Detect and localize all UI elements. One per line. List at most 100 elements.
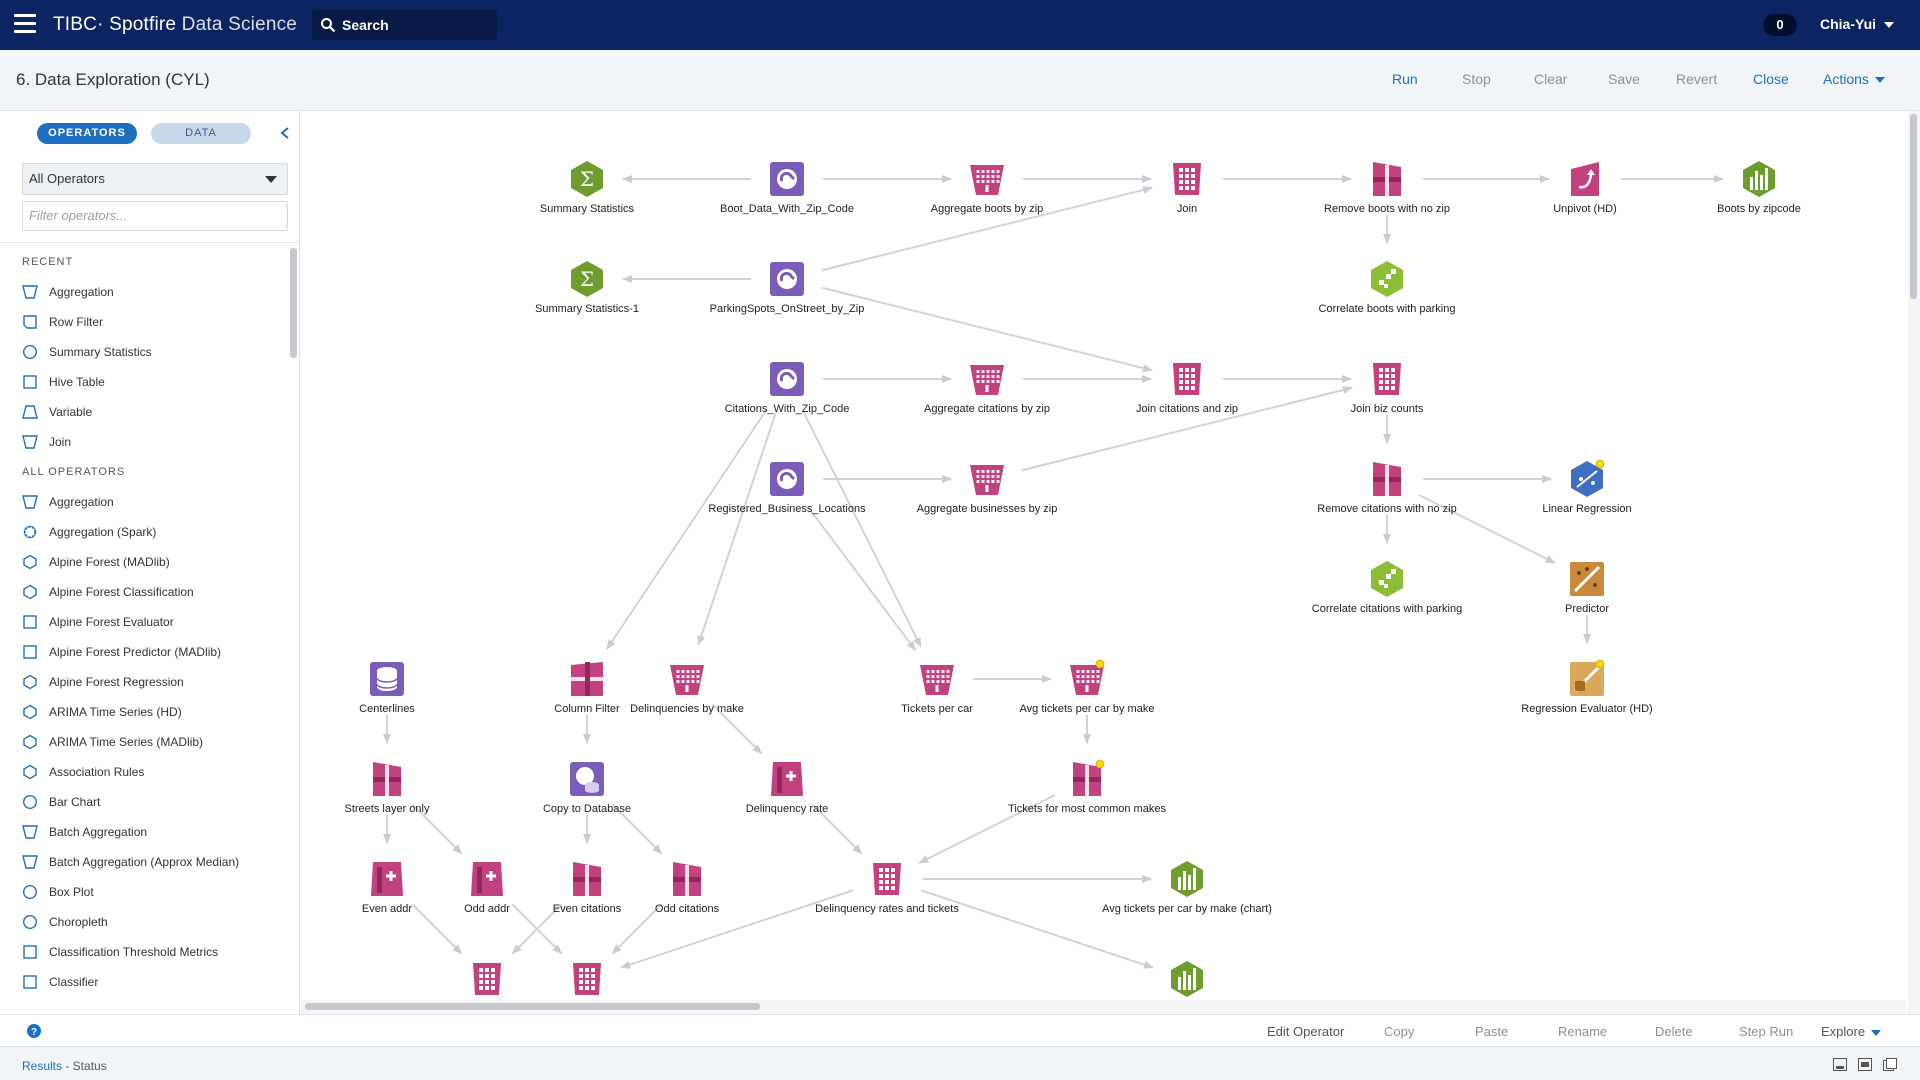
workflow-node-correlate-citations-with-parking[interactable]: Correlate citations with parking	[1277, 559, 1497, 615]
workflow-node-avg-tickets-per-car-by-make-chart[interactable]: Avg tickets per car by make (chart)	[1077, 859, 1297, 915]
workflow-node-avg-tickets-per-car-by-make[interactable]: Avg tickets per car by make	[977, 659, 1197, 715]
row-filter-icon	[1073, 759, 1105, 796]
workflow-node-regression-evaluator-hd[interactable]: Regression Evaluator (HD)	[1477, 659, 1697, 715]
workflow-node-remove-citations-with-no-zip[interactable]: Remove citations with no zip	[1277, 459, 1497, 515]
panel-restore-icon[interactable]	[1858, 1058, 1872, 1071]
workflow-node-tickets-for-most-common-makes[interactable]: Tickets for most common makes	[977, 759, 1197, 815]
svg-text:?: ?	[31, 1027, 37, 1038]
workflow-node-unlabeled-38[interactable]	[1077, 959, 1297, 1000]
step-run-button[interactable]: Step Run	[1739, 1024, 1793, 1039]
join-icon	[873, 863, 901, 895]
workflow-node-odd-citations[interactable]: Odd citations	[577, 859, 797, 915]
row-filter-icon	[1373, 162, 1401, 196]
sidebar-scrollbar[interactable]	[290, 248, 297, 358]
help-icon[interactable]: ?	[27, 1024, 41, 1038]
workflow-node-centerlines[interactable]: Centerlines	[301, 659, 497, 715]
aggregation-operator-icon	[22, 285, 38, 299]
panel-minimize-icon[interactable]	[1833, 1058, 1847, 1071]
delete-button[interactable]: Delete	[1655, 1024, 1693, 1039]
workflow-node-linear-regression[interactable]: Linear Regression	[1477, 459, 1697, 515]
workflow-node-summary-statistics-1[interactable]: Σ Summary Statistics-1	[477, 259, 697, 315]
operator-category-select[interactable]: All Operators	[22, 163, 288, 195]
collapse-sidebar-icon[interactable]	[280, 127, 290, 139]
workflow-node-streets-layer-only[interactable]: Streets layer only	[301, 759, 497, 815]
search-icon	[321, 18, 336, 33]
operator-category-value: All Operators	[29, 171, 105, 186]
node-label: Summary Statistics	[539, 203, 635, 215]
node-label: Registered_Business_Locations	[708, 503, 866, 515]
canvas-vertical-scrollbar[interactable]	[1908, 111, 1920, 1014]
workflow-node-predictor[interactable]: Predictor	[1477, 559, 1697, 615]
alpine-forest-evaluator-operator-icon	[23, 615, 37, 629]
operator-label: Aggregation (Spark)	[49, 525, 157, 539]
workflow-node-delinquency-rates-and-tickets[interactable]: Delinquency rates and tickets	[777, 859, 997, 915]
choropleth-operator-icon	[22, 914, 38, 930]
aggregation-icon	[970, 365, 1004, 395]
tab-operators[interactable]: OPERATORS	[37, 123, 137, 144]
workflow-node-boot-data-with-zip-code[interactable]: Boot_Data_With_Zip_Code	[677, 159, 897, 215]
operator-label: Row Filter	[49, 315, 104, 329]
node-label: Tickets for most common makes	[1008, 803, 1166, 815]
workflow-node-citations-with-zip-code[interactable]: Citations_With_Zip_Code	[677, 359, 897, 415]
workflow-node-parkingspots-onstreet-by-zip[interactable]: ParkingSpots_OnStreet_by_Zip	[677, 259, 897, 315]
operator-label: Box Plot	[49, 885, 94, 899]
workflow-node-aggregate-boots-by-zip[interactable]: Aggregate boots by zip	[877, 159, 1097, 215]
node-label: Linear Regression	[1542, 503, 1632, 515]
node-label: Streets layer only	[344, 803, 430, 815]
actions-menu[interactable]: Actions	[1823, 71, 1885, 87]
node-label: Aggregate boots by zip	[930, 203, 1044, 215]
brand-logo: TIBC· Spotfire Data Science	[53, 14, 297, 36]
operator-sidebar: OPERATORS DATA All Operators Filter oper…	[0, 111, 300, 1014]
workflow-node-delinquencies-by-make[interactable]: Delinquencies by make	[577, 659, 797, 715]
user-menu[interactable]: Chia-Yui	[1820, 16, 1895, 32]
revert-button[interactable]: Revert	[1676, 71, 1717, 87]
all-operators-section-header: ALL OPERATORS	[22, 466, 126, 478]
node-label: Avg tickets per car by make	[1019, 703, 1155, 715]
join-icon	[1173, 163, 1201, 195]
copy-button[interactable]: Copy	[1384, 1024, 1414, 1039]
explore-menu[interactable]: Explore	[1821, 1024, 1882, 1039]
node-label: Remove boots with no zip	[1324, 203, 1450, 215]
run-button[interactable]: Run	[1392, 71, 1418, 87]
paste-button[interactable]: Paste	[1475, 1024, 1508, 1039]
workflow-node-aggregate-businesses-by-zip[interactable]: Aggregate businesses by zip	[877, 459, 1097, 515]
workflow-canvas[interactable]: Σ Summary Statistics Boot_Data_With_Zip_Co…	[301, 111, 1906, 1000]
edit-operator-button[interactable]: Edit Operator	[1267, 1024, 1344, 1039]
results-link[interactable]: Results	[22, 1059, 62, 1073]
clear-button[interactable]: Clear	[1534, 71, 1567, 87]
canvas-horizontal-scroll-thumb[interactable]	[305, 1003, 760, 1010]
stop-button[interactable]: Stop	[1462, 71, 1491, 87]
panel-maximize-icon[interactable]	[1883, 1058, 1897, 1071]
operator-label: Alpine Forest Predictor (MADlib)	[49, 645, 222, 659]
menu-icon[interactable]	[14, 14, 36, 34]
workflow-node-unlabeled-37[interactable]	[477, 959, 697, 1000]
tab-data[interactable]: DATA	[151, 123, 251, 144]
workflow-node-remove-boots-with-no-zip[interactable]: Remove boots with no zip	[1277, 159, 1497, 215]
node-label: Summary Statistics-1	[535, 303, 639, 315]
notification-badge[interactable]: 0	[1763, 14, 1797, 36]
filter-operators-input[interactable]: Filter operators...	[22, 201, 288, 231]
canvas-vertical-scroll-thumb[interactable]	[1910, 114, 1917, 299]
workflow-node-join-citations-and-zip[interactable]: Join citations and zip	[1077, 359, 1297, 415]
workflow-node-boots-by-zipcode[interactable]: Boots by zipcode	[1649, 159, 1869, 215]
rename-button[interactable]: Rename	[1558, 1024, 1607, 1039]
workflow-node-join-biz-counts[interactable]: Join biz counts	[1277, 359, 1497, 415]
node-label: Correlate citations with parking	[1311, 603, 1463, 615]
brand-main: TIBC· Spotfire	[53, 14, 177, 35]
workflow-node-aggregate-citations-by-zip[interactable]: Aggregate citations by zip	[877, 359, 1097, 415]
workflow-node-registered-business-locations[interactable]: Registered_Business_Locations	[677, 459, 897, 515]
join-operator-icon	[22, 435, 38, 449]
workflow-node-delinquency-rate[interactable]: Delinquency rate	[677, 759, 897, 815]
global-search[interactable]: Search	[312, 10, 497, 40]
canvas-horizontal-scrollbar[interactable]	[301, 1000, 1906, 1014]
workflow-node-join[interactable]: Join	[1077, 159, 1297, 215]
node-label: Avg tickets per car by make (chart)	[1102, 903, 1272, 915]
close-button[interactable]: Close	[1753, 71, 1789, 87]
save-button[interactable]: Save	[1608, 71, 1640, 87]
workflow-node-summary-statistics[interactable]: Σ Summary Statistics	[477, 159, 697, 215]
workflow-node-correlate-boots-with-parking[interactable]: Correlate boots with parking	[1277, 259, 1497, 315]
join-icon	[1173, 363, 1201, 395]
workflow-node-copy-to-database[interactable]: Copy to Database	[477, 759, 697, 815]
node-label: Join citations and zip	[1135, 403, 1239, 415]
operator-label: ARIMA Time Series (MADlib)	[49, 735, 204, 749]
